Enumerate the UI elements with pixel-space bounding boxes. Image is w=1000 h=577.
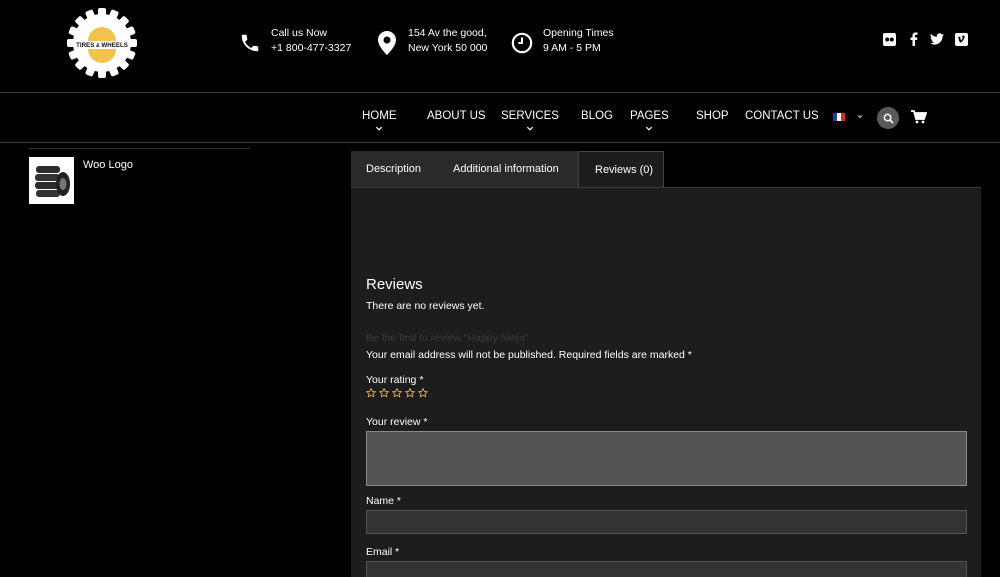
main-nav: HOME ABOUT US SERVICES BLOG PAGES SHOP C… <box>0 110 1000 142</box>
site-header: TIRES & WHEELS Call us Now +1 800-477-33… <box>0 0 1000 92</box>
site-logo[interactable]: TIRES & WHEELS <box>66 7 138 79</box>
contact-address: 154 Av the good, New York 50 000 <box>375 26 487 56</box>
product-link[interactable]: Woo Logo <box>83 159 133 171</box>
vimeo-icon[interactable] <box>954 32 968 46</box>
map-pin-icon <box>375 31 399 55</box>
reviews-title: Reviews <box>366 276 423 293</box>
star-icon[interactable] <box>366 388 376 398</box>
nav-label-about-us: ABOUT US <box>427 110 486 122</box>
header-divider <box>0 92 1000 93</box>
search-button[interactable] <box>877 107 899 129</box>
nav-label-pages: PAGES <box>630 110 669 122</box>
tab-description[interactable]: Description <box>351 151 437 187</box>
nav-item-about-us[interactable]: ABOUT US <box>427 110 486 122</box>
rating-stars <box>366 388 428 398</box>
call-number[interactable]: +1 800-477-3327 <box>271 41 351 56</box>
nav-item-home[interactable]: HOME <box>362 110 397 131</box>
address-line-2: New York 50 000 <box>408 42 488 54</box>
nav-divider <box>0 142 1000 143</box>
email-label: Email * <box>366 546 400 558</box>
logo-text-right: WHEELS <box>101 42 127 49</box>
review-textarea[interactable] <box>366 431 967 486</box>
clock-icon <box>510 31 534 55</box>
twitter-icon[interactable] <box>930 32 944 46</box>
nav-item-blog[interactable]: BLOG <box>581 110 613 122</box>
tab-reviews[interactable]: Reviews (0) <box>578 151 664 187</box>
first-review-text: Be the first to review “Happy Ninja” <box>366 332 529 344</box>
name-label: Name * <box>366 495 402 507</box>
email-field[interactable] <box>366 561 967 577</box>
product-thumbnail[interactable] <box>29 157 74 204</box>
svg-text:TIRES & WHEELS: TIRES & WHEELS <box>76 42 128 49</box>
chevron-down-icon <box>376 126 383 131</box>
contact-hours: Opening Times 9 AM - 5 PM <box>510 26 614 56</box>
address-line-1: 154 Av the good, <box>408 27 487 39</box>
no-reviews-text: There are no reviews yet. <box>366 300 485 312</box>
chevron-down-icon <box>526 126 534 131</box>
nav-label-services: SERVICES <box>501 110 559 122</box>
nav-label-home: HOME <box>362 110 397 122</box>
product-tabs: Description Additional information Revie… <box>351 151 664 187</box>
name-field[interactable] <box>366 510 967 534</box>
fr-flag-icon[interactable] <box>833 113 845 121</box>
nav-item-shop[interactable]: SHOP <box>696 110 729 122</box>
star-icon[interactable] <box>418 388 428 398</box>
chevron-down-icon <box>646 126 653 131</box>
nav-item-services[interactable]: SERVICES <box>501 110 559 131</box>
review-label: Your review * <box>366 416 428 428</box>
nav-label-contact-us: CONTACT US <box>745 110 819 122</box>
language-chevron-down-icon[interactable] <box>856 114 864 120</box>
cart-icon[interactable] <box>911 110 927 124</box>
social-links <box>882 32 968 46</box>
star-icon[interactable] <box>379 388 389 398</box>
email-notice: Your email address will not be published… <box>366 349 692 361</box>
flickr-icon[interactable] <box>882 32 896 46</box>
hours-label: Opening Times <box>543 27 614 39</box>
rating-label: Your rating * <box>366 374 424 386</box>
hours-value: 9 AM - 5 PM <box>543 42 601 54</box>
nav-label-blog: BLOG <box>581 110 613 122</box>
search-icon <box>883 113 894 124</box>
star-icon[interactable] <box>405 388 415 398</box>
tab-additional-information[interactable]: Additional information <box>437 151 578 187</box>
contact-call: Call us Now +1 800-477-3327 <box>238 26 351 56</box>
logo-text-amp: & <box>96 43 100 49</box>
nav-item-pages[interactable]: PAGES <box>630 110 669 131</box>
star-icon[interactable] <box>392 388 402 398</box>
logo-text-left: TIRES <box>76 42 94 49</box>
sidebar-divider <box>28 148 250 149</box>
facebook-icon[interactable] <box>906 32 920 46</box>
phone-icon <box>238 31 262 55</box>
call-label: Call us Now <box>271 27 328 39</box>
reviews-panel: Reviews There are no reviews yet. Be the… <box>351 187 981 577</box>
nav-item-contact-us[interactable]: CONTACT US <box>745 110 819 122</box>
nav-label-shop: SHOP <box>696 110 729 122</box>
tires-thumbnail <box>34 165 70 197</box>
